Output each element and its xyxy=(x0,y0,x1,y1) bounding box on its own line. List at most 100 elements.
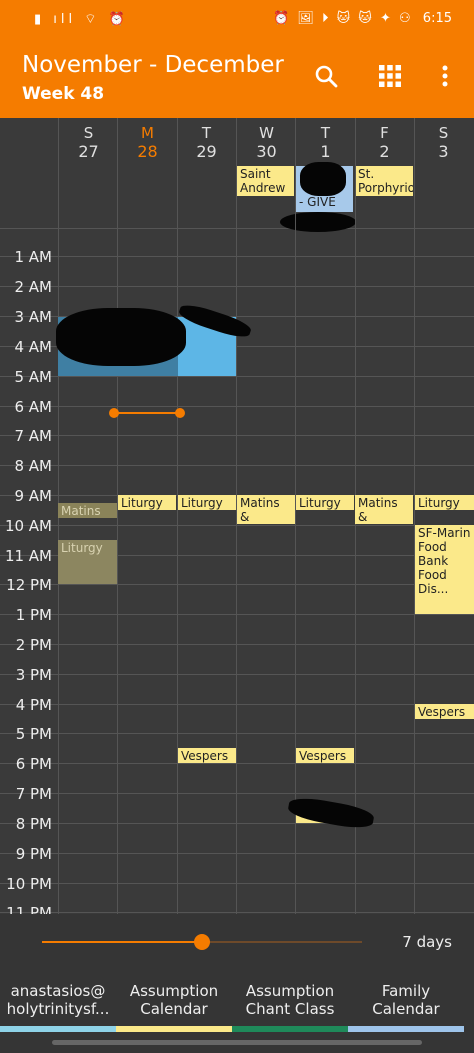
calendar-tab-family[interactable]: Family Calendar xyxy=(348,982,464,1032)
redaction-mark xyxy=(56,308,186,366)
day-letter: F xyxy=(380,124,389,142)
selection-end-handle[interactable] xyxy=(175,408,185,418)
day-letter: M xyxy=(141,124,154,142)
time-label: 5 AM xyxy=(14,368,52,386)
status-icons-right: ⏰ 🖼 ⏵ 🐱 🐱 ✦ ⚇ 6:15 xyxy=(273,11,452,26)
hour-line xyxy=(0,256,474,257)
calendar-color-bar xyxy=(0,1026,116,1032)
time-label: 12 PM xyxy=(6,576,52,594)
event-liturgy-sun[interactable]: Liturgy xyxy=(58,540,117,584)
day-number: 3 xyxy=(438,142,449,161)
days-slider-thumb[interactable] xyxy=(194,934,210,950)
time-label: 4 AM xyxy=(14,338,52,356)
event-vespers-thu[interactable]: Vespers xyxy=(296,748,354,763)
event-vespers-tue[interactable]: Vespers xyxy=(178,748,236,763)
search-icon xyxy=(315,65,338,88)
event-liturgy-mon[interactable]: Liturgy xyxy=(118,495,176,510)
time-label: 1 PM xyxy=(15,606,52,624)
day-header-mon[interactable]: M 28 xyxy=(118,118,177,161)
hour-line xyxy=(0,853,474,854)
time-label: 2 PM xyxy=(15,636,52,654)
redaction-mark xyxy=(300,162,346,196)
days-slider-track[interactable] xyxy=(202,941,362,943)
time-label: 6 AM xyxy=(14,398,52,416)
hour-line xyxy=(0,286,474,287)
time-grid[interactable]: 1 AM 2 AM 3 AM 4 AM 5 AM 6 AM 7 AM 8 AM … xyxy=(0,228,474,914)
hour-line xyxy=(0,644,474,645)
time-label: 3 PM xyxy=(15,666,52,684)
hour-line xyxy=(0,435,474,436)
day-number: 27 xyxy=(78,142,99,161)
hour-line xyxy=(0,584,474,585)
time-label: 10 PM xyxy=(6,875,52,893)
time-label: 1 AM xyxy=(14,248,52,266)
selection-start-handle[interactable] xyxy=(109,408,119,418)
time-label: 3 AM xyxy=(14,308,52,326)
calendar-color-bar xyxy=(116,1026,232,1032)
time-label: 9 AM xyxy=(14,487,52,505)
day-letter: S xyxy=(438,124,449,142)
day-header-sat[interactable]: S 3 xyxy=(414,118,473,161)
app-bar: November - December Week 48 xyxy=(0,40,474,118)
redaction-mark xyxy=(286,794,376,832)
time-label: 6 PM xyxy=(15,755,52,773)
time-label: 11 PM xyxy=(6,904,52,914)
hour-line xyxy=(0,763,474,764)
time-label: 10 AM xyxy=(4,517,52,535)
selection-range[interactable] xyxy=(114,412,180,414)
page-title[interactable]: November - December xyxy=(22,52,284,78)
calendar-tab-anastasios[interactable]: anastasios@ holytrinitysf... xyxy=(0,982,116,1032)
day-header-wed[interactable]: W 30 xyxy=(237,118,296,161)
day-number: 30 xyxy=(256,142,277,161)
hour-line xyxy=(0,912,474,913)
event-matins-liturgy-wed[interactable]: Matins & Liturgy xyxy=(237,495,295,524)
all-day-event-st-porphyrios[interactable]: St. Porphyrios xyxy=(355,166,413,196)
event-liturgy-sat[interactable]: Liturgy xyxy=(415,495,474,510)
event-liturgy-tue[interactable]: Liturgy xyxy=(178,495,236,510)
search-button[interactable] xyxy=(306,56,346,96)
time-label: 8 PM xyxy=(15,815,52,833)
day-letter: T xyxy=(320,124,331,142)
week-label: Week 48 xyxy=(22,84,105,104)
day-letter: T xyxy=(201,124,212,142)
hour-line xyxy=(0,793,474,794)
hour-line xyxy=(0,465,474,466)
all-day-event-saint-andrew[interactable]: Saint Andrew xyxy=(237,166,294,196)
hour-line xyxy=(0,733,474,734)
status-bar: ▮ ıll ⌔ ⏰ ⏰ 🖼 ⏵ 🐱 🐱 ✦ ⚇ 6:15 xyxy=(0,0,474,40)
calendar-tab-chant-class[interactable]: Assumption Chant Class xyxy=(232,982,348,1032)
day-header-sun[interactable]: S 27 xyxy=(59,118,118,161)
day-header-tue[interactable]: T 29 xyxy=(177,118,236,161)
event-food-bank-sat[interactable]: SF-Marin Food Bank Food Dis... xyxy=(415,525,474,614)
bottom-panel: 7 days anastasios@ holytrinitysf... Assu… xyxy=(0,914,474,1053)
status-icons-left: ▮ ıll ⌔ ⏰ xyxy=(34,12,129,27)
day-number: 2 xyxy=(379,142,390,161)
event-liturgy-thu[interactable]: Liturgy xyxy=(296,495,354,510)
view-grid-button[interactable] xyxy=(370,56,410,96)
time-label: 2 AM xyxy=(14,278,52,296)
day-number: 1 xyxy=(320,142,331,161)
system-nav-handle[interactable] xyxy=(52,1040,422,1045)
calendar-tab-assumption[interactable]: Assumption Calendar xyxy=(116,982,232,1032)
day-number: 28 xyxy=(137,142,158,161)
hour-line xyxy=(0,704,474,705)
status-icons-right-glyphs: ⏰ 🖼 ⏵ 🐱 🐱 ✦ ⚇ xyxy=(273,11,413,26)
event-matins-sun[interactable]: Matins xyxy=(58,503,117,518)
day-header-fri[interactable]: F 2 xyxy=(355,118,414,161)
time-label: 4 PM xyxy=(15,696,52,714)
calendar-tab-label: Assumption Calendar xyxy=(129,982,219,1018)
time-label: 7 PM xyxy=(15,785,52,803)
event-matins-liturgy-fri[interactable]: Matins & Liturgy xyxy=(355,495,413,524)
days-slider-track-filled[interactable] xyxy=(42,941,202,943)
day-letter: W xyxy=(259,124,274,142)
time-label: 8 AM xyxy=(14,457,52,475)
give-event-label: - GIVE xyxy=(299,195,336,209)
event-vespers-sat[interactable]: Vespers xyxy=(415,704,474,719)
status-time: 6:15 xyxy=(422,11,452,26)
more-options-button[interactable] xyxy=(425,56,465,96)
more-icon xyxy=(442,65,448,87)
time-label: 7 AM xyxy=(14,427,52,445)
day-header-thu[interactable]: T 1 xyxy=(296,118,355,161)
time-label: 11 AM xyxy=(4,547,52,565)
calendar-tab-label: anastasios@ holytrinitysf... xyxy=(6,982,110,1018)
